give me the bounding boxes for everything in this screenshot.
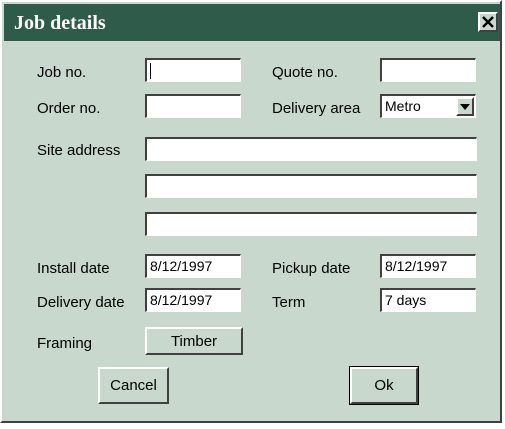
window-title: Job details <box>14 12 106 34</box>
title-bar[interactable]: Job details <box>4 4 500 41</box>
framing-label: Framing <box>37 335 93 352</box>
quote-no-label: Quote no. <box>272 64 338 81</box>
pickup-date-label: Pickup date <box>272 260 351 277</box>
close-button[interactable] <box>478 12 498 32</box>
ok-button[interactable]: Ok <box>349 366 419 405</box>
term-label: Term <box>272 294 306 311</box>
site-address-label: Site address <box>37 142 121 159</box>
pickup-date-field[interactable]: 8/12/1997 <box>380 254 476 278</box>
delivery-area-select[interactable]: Metro <box>380 94 476 118</box>
site-address-line-2[interactable] <box>145 174 477 198</box>
site-address-line-3[interactable] <box>145 212 477 236</box>
close-icon <box>482 16 494 28</box>
delivery-area-label: Delivery area <box>272 100 361 117</box>
install-date-label: Install date <box>37 260 110 277</box>
job-no-field[interactable] <box>145 58 241 82</box>
text-caret <box>150 63 151 80</box>
framing-button[interactable]: Timber <box>145 327 243 355</box>
job-details-dialog: Job details Job no. Quote no. Order no. … <box>0 0 502 423</box>
job-no-label: Job no. <box>37 64 87 81</box>
quote-no-field[interactable] <box>380 58 476 82</box>
delivery-date-label: Delivery date <box>37 294 125 311</box>
order-no-field[interactable] <box>145 94 241 118</box>
site-address-line-1[interactable] <box>145 137 477 161</box>
dropdown-button[interactable] <box>456 97 474 116</box>
cancel-button[interactable]: Cancel <box>98 367 169 404</box>
order-no-label: Order no. <box>37 100 101 117</box>
chevron-down-icon <box>460 103 470 110</box>
install-date-field[interactable]: 8/12/1997 <box>145 254 241 278</box>
delivery-date-field[interactable]: 8/12/1997 <box>145 288 241 312</box>
delivery-area-value: Metro <box>385 98 421 114</box>
term-field[interactable]: 7 days <box>380 288 476 312</box>
